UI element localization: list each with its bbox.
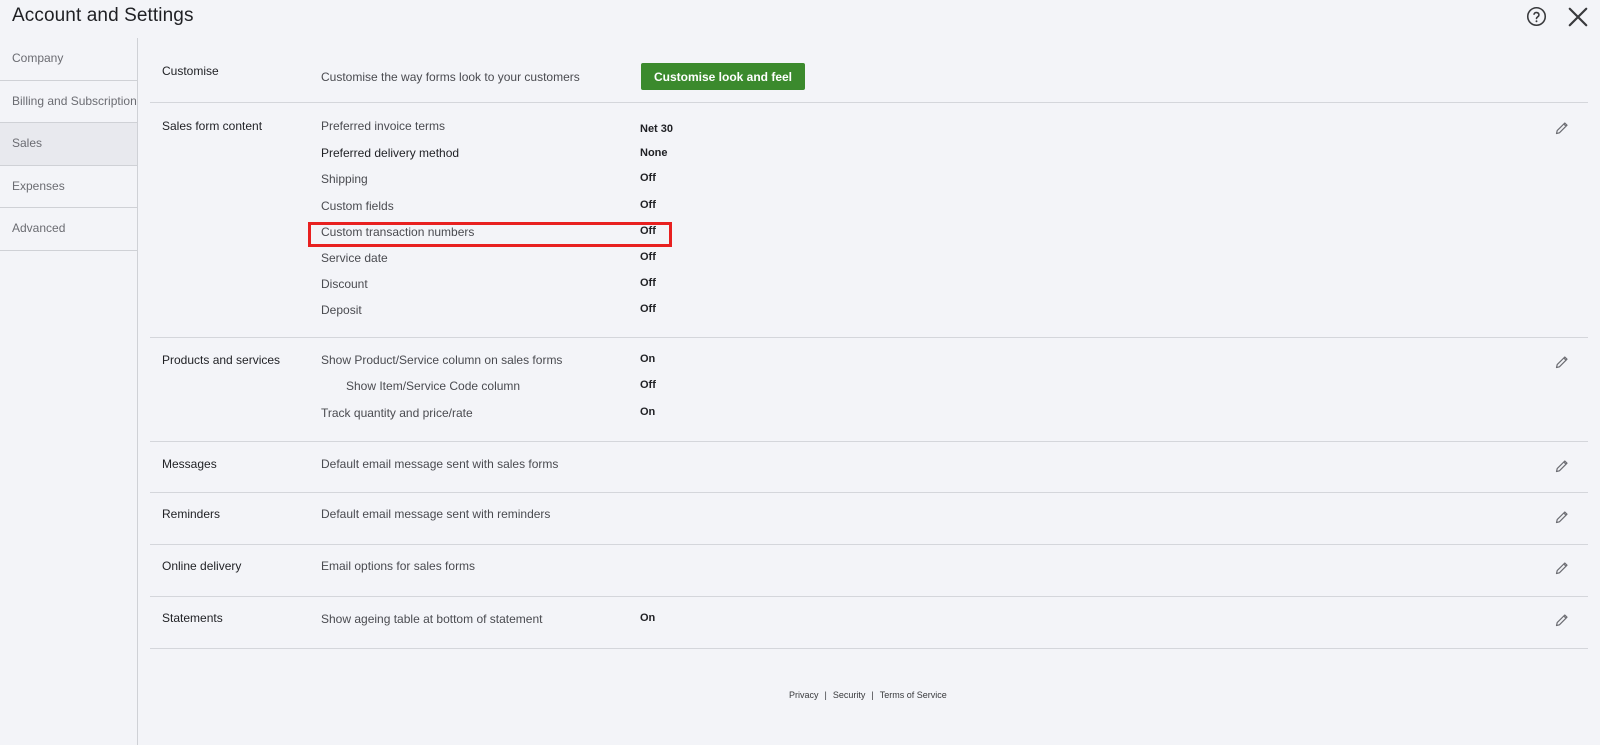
page-title: Account and Settings [12, 5, 194, 26]
row-value: Off [640, 199, 656, 211]
row-value: Off [640, 172, 656, 184]
section-customise: Customise Customise the way forms look t… [150, 50, 1588, 103]
row-label: Show Item/Service Code column [346, 379, 521, 393]
row-value: Off [640, 277, 656, 289]
row-label: Deposit [321, 303, 362, 317]
section-messages[interactable]: Messages Default email message sent with… [150, 442, 1588, 493]
row-label: Custom transaction numbers [321, 225, 475, 239]
section-title: Statements [162, 611, 223, 625]
row-label: Custom fields [321, 199, 394, 213]
row-label: Service date [321, 251, 388, 265]
pencil-icon[interactable] [1554, 354, 1570, 370]
settings-content: Customise Customise the way forms look t… [150, 50, 1588, 649]
close-icon[interactable] [1567, 6, 1589, 28]
row-label: Show Product/Service column on sales for… [321, 353, 563, 367]
sidebar-item-company[interactable]: Company [0, 38, 137, 81]
footer-separator: | [824, 690, 827, 700]
help-icon[interactable] [1526, 6, 1547, 27]
section-reminders[interactable]: Reminders Default email message sent wit… [150, 493, 1588, 545]
row-label: Shipping [321, 172, 368, 186]
row-value: Off [640, 251, 656, 263]
row-label: Email options for sales forms [321, 559, 476, 573]
header: Account and Settings [0, 0, 1600, 36]
row-label: Discount [321, 277, 368, 291]
row-label: Track quantity and price/rate [321, 406, 473, 420]
customise-look-and-feel-button[interactable]: Customise look and feel [641, 63, 805, 90]
pencil-icon[interactable] [1554, 458, 1570, 474]
pencil-icon[interactable] [1554, 120, 1570, 136]
pencil-icon[interactable] [1554, 509, 1570, 525]
section-title: Products and services [162, 353, 281, 367]
security-link[interactable]: Security [833, 690, 866, 700]
footer-links: Privacy | Security | Terms of Service [789, 690, 947, 700]
row-value: On [640, 406, 656, 418]
section-title: Reminders [162, 507, 221, 521]
section-title: Messages [162, 457, 217, 471]
customise-description: Customise the way forms look to your cus… [321, 70, 580, 84]
row-value: Net 30 [640, 123, 674, 135]
footer-separator: | [871, 690, 874, 700]
privacy-link[interactable]: Privacy [789, 690, 819, 700]
row-value: Off [640, 303, 656, 315]
row-label: Show ageing table at bottom of statement [321, 612, 543, 626]
pencil-icon[interactable] [1554, 560, 1570, 576]
sidebar-item-expenses[interactable]: Expenses [0, 166, 137, 208]
row-label: Default email message sent with reminder… [321, 507, 551, 521]
row-value: Off [640, 379, 656, 391]
pencil-icon[interactable] [1554, 612, 1570, 628]
sidebar-item-sales[interactable]: Sales [0, 123, 137, 166]
row-label: Default email message sent with sales fo… [321, 457, 559, 471]
section-statements[interactable]: Statements Show ageing table at bottom o… [150, 597, 1588, 649]
terms-of-service-link[interactable]: Terms of Service [880, 690, 947, 700]
section-title: Online delivery [162, 559, 242, 573]
row-value: On [640, 353, 656, 365]
row-value: None [640, 147, 668, 159]
row-label: Preferred invoice terms [321, 119, 446, 133]
section-products-and-services[interactable]: Products and services Show Product/Servi… [150, 338, 1588, 442]
section-sales-form-content[interactable]: Sales form content Preferred invoice ter… [150, 103, 1588, 338]
sidebar-item-advanced[interactable]: Advanced [0, 208, 137, 251]
sidebar-item-billing[interactable]: Billing and Subscription [0, 81, 137, 123]
row-label: Preferred delivery method [321, 146, 460, 160]
settings-sidebar: Company Billing and Subscription Sales E… [0, 38, 138, 745]
row-value: On [640, 612, 656, 624]
row-value: Off [640, 225, 656, 237]
section-title: Customise [162, 64, 219, 78]
section-online-delivery[interactable]: Online delivery Email options for sales … [150, 545, 1588, 597]
section-title: Sales form content [162, 119, 263, 133]
